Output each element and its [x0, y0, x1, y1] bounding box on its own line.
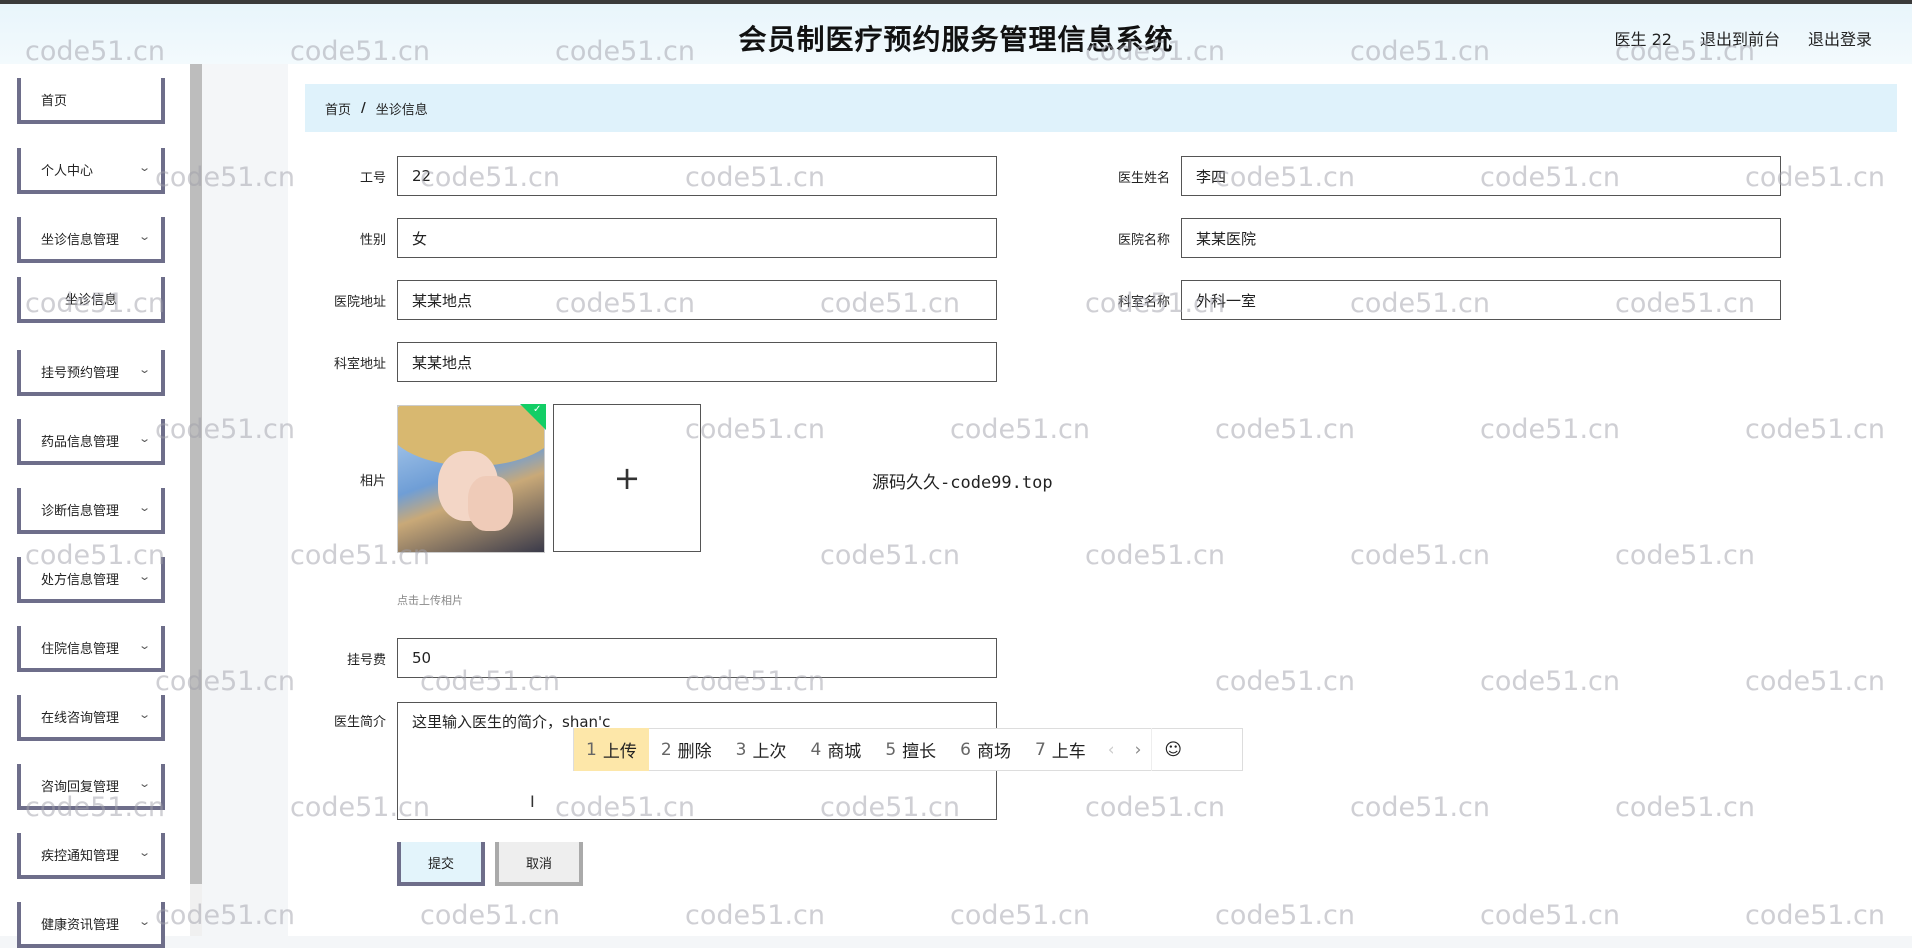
fee-input[interactable] — [397, 638, 997, 678]
sidebar-item-consult-reply-manage[interactable]: 咨询回复管理 ⌄ — [17, 764, 165, 810]
ime-candidate-bar: 1 上传 2 删除 3 上次 4 商城 5 擅长 6 商场 7 上车 ‹ › ☺ — [573, 728, 1243, 771]
check-icon: ✓ — [533, 404, 542, 415]
back-front-link[interactable]: 退出到前台 — [1700, 26, 1780, 50]
breadcrumb: 首页 / 坐诊信息 — [305, 84, 1897, 132]
sidebar-item-label: 坐诊信息管理 — [41, 232, 120, 248]
emoji-icon[interactable]: ☺ — [1151, 728, 1194, 771]
doctor-name-label: 医生姓名 — [1117, 171, 1170, 186]
gender-input[interactable] — [397, 218, 997, 258]
photo-hand-shape — [468, 476, 513, 531]
top-links: 医生 22 退出到前台 退出登录 — [1615, 26, 1872, 50]
sidebar-item-label: 健康资讯管理 — [41, 917, 120, 933]
chevron-down-icon: ⌄ — [137, 432, 151, 445]
sidebar-item-health-news-manage[interactable]: 健康资讯管理 ⌄ — [17, 902, 165, 948]
sidebar-item-disease-notice-manage[interactable]: 疾控通知管理 ⌄ — [17, 833, 165, 879]
hospital-name-input[interactable] — [1181, 218, 1781, 258]
sidebar-item-label: 药品信息管理 — [41, 434, 120, 450]
dept-name-label: 科室名称 — [1117, 295, 1170, 310]
hospital-address-label: 医院地址 — [333, 295, 386, 310]
sidebar-item-label: 住院信息管理 — [41, 641, 120, 657]
job-no-input[interactable] — [397, 156, 997, 196]
breadcrumb-current: 坐诊信息 — [375, 102, 428, 118]
ime-prev-icon[interactable]: ‹ — [1098, 740, 1125, 760]
hospital-address-input[interactable] — [397, 280, 997, 320]
job-no-label: 工号 — [359, 171, 386, 186]
sidebar-item-personal-center[interactable]: 个人中心 ⌄ — [17, 148, 165, 194]
sidebar-item-label: 挂号预约管理 — [41, 365, 120, 381]
text-cursor-icon: I — [530, 792, 535, 811]
chevron-down-icon: ⌄ — [137, 639, 151, 652]
top-bar: 会员制医疗预约服务管理信息系统 医生 22 退出到前台 退出登录 — [0, 0, 1912, 64]
hospital-name-label: 医院名称 — [1117, 233, 1170, 248]
sidebar-item-appointment-manage[interactable]: 挂号预约管理 ⌄ — [17, 350, 165, 396]
chevron-down-icon: ⌄ — [137, 363, 151, 376]
sidebar-item-label: 首页 — [41, 93, 68, 109]
sidebar-item-prescription-manage[interactable]: 处方信息管理 ⌄ — [17, 557, 165, 603]
dept-address-label: 科室地址 — [333, 357, 386, 372]
sidebar-item-label: 诊断信息管理 — [41, 503, 120, 519]
sidebar-item-label: 坐诊信息 — [64, 292, 117, 308]
dept-address-input[interactable] — [397, 342, 997, 382]
chevron-down-icon: ⌄ — [137, 230, 151, 243]
ime-candidate[interactable]: 6 商场 — [948, 728, 1023, 771]
ime-candidate[interactable]: 1 上传 — [574, 728, 649, 771]
chevron-down-icon: ⌄ — [137, 570, 151, 583]
user-label[interactable]: 医生 22 — [1615, 26, 1672, 50]
submit-button[interactable]: 提交 — [397, 842, 485, 886]
dept-name-input[interactable] — [1181, 280, 1781, 320]
ime-candidate[interactable]: 3 上次 — [724, 728, 799, 771]
photo-label: 相片 — [359, 474, 386, 489]
sidebar-item-label: 个人中心 — [41, 163, 94, 179]
chevron-down-icon: ⌄ — [137, 161, 151, 174]
photo-upload-hint: 点击上传相片 — [397, 594, 463, 607]
chevron-down-icon: ⌄ — [137, 846, 151, 859]
overlay-watermark-text: 源码久久-code99.top — [872, 473, 1053, 493]
chevron-down-icon: ⌄ — [137, 708, 151, 721]
sidebar-item-clinic-info[interactable]: 坐诊信息 — [17, 277, 165, 323]
sidebar-item-label: 咨询回复管理 — [41, 779, 120, 795]
sidebar-item-online-consult-manage[interactable]: 在线咨询管理 ⌄ — [17, 695, 165, 741]
sidebar-item-label: 在线咨询管理 — [41, 710, 120, 726]
ime-candidate[interactable]: 2 删除 — [649, 728, 724, 771]
plus-icon: + — [613, 459, 641, 497]
sidebar-item-home[interactable]: 首页 — [17, 78, 165, 124]
sidebar-item-clinic-manage[interactable]: 坐诊信息管理 ⌄ — [17, 217, 165, 263]
breadcrumb-home[interactable]: 首页 — [325, 99, 351, 118]
photo-upload-button[interactable]: + — [553, 404, 701, 552]
sidebar-item-hospitalization-manage[interactable]: 住院信息管理 ⌄ — [17, 626, 165, 672]
chevron-down-icon: ⌄ — [137, 777, 151, 790]
ime-next-icon[interactable]: › — [1125, 740, 1152, 760]
fee-label: 挂号费 — [346, 653, 386, 668]
chevron-down-icon: ⌄ — [137, 915, 151, 928]
sidebar-item-diagnosis-manage[interactable]: 诊断信息管理 ⌄ — [17, 488, 165, 534]
sidebar-scroll-thumb[interactable] — [190, 64, 202, 884]
breadcrumb-separator: / — [361, 100, 366, 116]
sidebar-item-label: 处方信息管理 — [41, 572, 120, 588]
intro-label: 医生简介 — [333, 715, 386, 730]
ime-candidate[interactable]: 7 上车 — [1023, 728, 1098, 771]
doctor-name-input[interactable] — [1181, 156, 1781, 196]
gender-label: 性别 — [359, 233, 386, 248]
ime-candidate[interactable]: 5 擅长 — [873, 728, 948, 771]
sidebar-item-medicine-manage[interactable]: 药品信息管理 ⌄ — [17, 419, 165, 465]
logout-link[interactable]: 退出登录 — [1808, 26, 1872, 50]
sidebar-item-label: 疾控通知管理 — [41, 848, 120, 864]
chevron-down-icon: ⌄ — [137, 501, 151, 514]
cancel-button[interactable]: 取消 — [495, 842, 583, 886]
ime-candidate[interactable]: 4 商城 — [798, 728, 873, 771]
